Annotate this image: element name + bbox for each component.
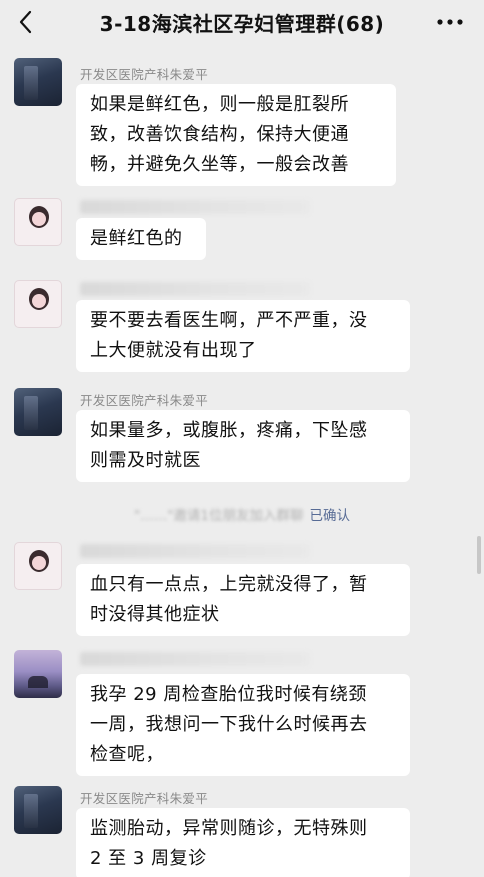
sender-name-blurred [80, 652, 310, 666]
message-bubble[interactable]: 监测胎动，异常则随诊，无特殊则 2 至 3 周复诊 [76, 808, 410, 877]
sender-name-blurred [80, 544, 310, 558]
sender-name-blurred [80, 282, 310, 296]
chat-header: 3-18海滨社区孕妇管理群(68) [0, 0, 484, 48]
message-line: 是鲜红色的 [90, 228, 183, 249]
message-line: 监测胎动，异常则随诊，无特殊则 [90, 818, 368, 839]
group-title: 3-18海滨社区孕妇管理群(68) [99, 12, 385, 36]
scrollbar[interactable] [477, 536, 481, 574]
message-bubble[interactable]: 如果是鲜红色，则一般是肛裂所 致，改善饮食结构，保持大便通 畅，并避免久坐等，一… [76, 84, 396, 186]
message-line: 一周，我想问一下我什么时候再去 [90, 714, 368, 735]
sender-name: 开发区医院产科朱爱平 [80, 67, 209, 82]
sender-name: 开发区医院产科朱爱平 [80, 393, 209, 408]
sender-name-blurred [80, 200, 310, 214]
message-line: 则需及时就医 [90, 450, 201, 471]
avatar[interactable] [14, 280, 62, 328]
avatar[interactable] [14, 786, 62, 834]
more-button[interactable] [430, 4, 470, 40]
message-line: 致，改善饮食结构，保持大便通 [90, 124, 349, 145]
message-bubble[interactable]: 血只有一点点，上完就没得了，暂 时没得其他症状 [76, 564, 410, 636]
message-bubble[interactable]: 我孕 29 周检查胎位我时候有绕颈 一周，我想问一下我什么时候再去 检查呢， [76, 674, 410, 776]
system-notice: "……"邀请1位朋友加入群聊 已确认 [0, 504, 484, 524]
chat-area[interactable]: 开发区医院产科朱爱平 如果是鲜红色，则一般是肛裂所 致，改善饮食结构，保持大便通… [0, 48, 484, 877]
message-line: 上大便就没有出现了 [90, 340, 257, 361]
message-bubble[interactable]: 要不要去看医生啊，严不严重，没 上大便就没有出现了 [76, 300, 410, 372]
message-line: 血只有一点点，上完就没得了，暂 [90, 574, 368, 595]
message-line: 如果量多，或腹胀，疼痛，下坠感 [90, 420, 368, 441]
system-notice-text: "……"邀请1位朋友加入群聊 [133, 508, 304, 524]
message-bubble[interactable]: 如果量多，或腹胀，疼痛，下坠感 则需及时就医 [76, 410, 410, 482]
message-line: 我孕 29 周检查胎位我时候有绕颈 [90, 684, 367, 705]
sender-name: 开发区医院产科朱爱平 [80, 791, 209, 806]
confirm-link[interactable]: 已确认 [310, 508, 351, 524]
message-line: 时没得其他症状 [90, 604, 220, 625]
avatar[interactable] [14, 198, 62, 246]
message-bubble[interactable]: 是鲜红色的 [76, 218, 206, 260]
message-line: 如果是鲜红色，则一般是肛裂所 [90, 94, 349, 115]
message-line: 要不要去看医生啊，严不严重，没 [90, 310, 368, 331]
avatar[interactable] [14, 650, 62, 698]
ellipsis-icon [437, 19, 463, 25]
message-line: 畅，并避免久坐等，一般会改善 [90, 154, 349, 175]
avatar[interactable] [14, 388, 62, 436]
message-line: 检查呢， [90, 744, 164, 765]
avatar[interactable] [14, 58, 62, 106]
message-line: 2 至 3 周复诊 [90, 848, 207, 869]
avatar[interactable] [14, 542, 62, 590]
